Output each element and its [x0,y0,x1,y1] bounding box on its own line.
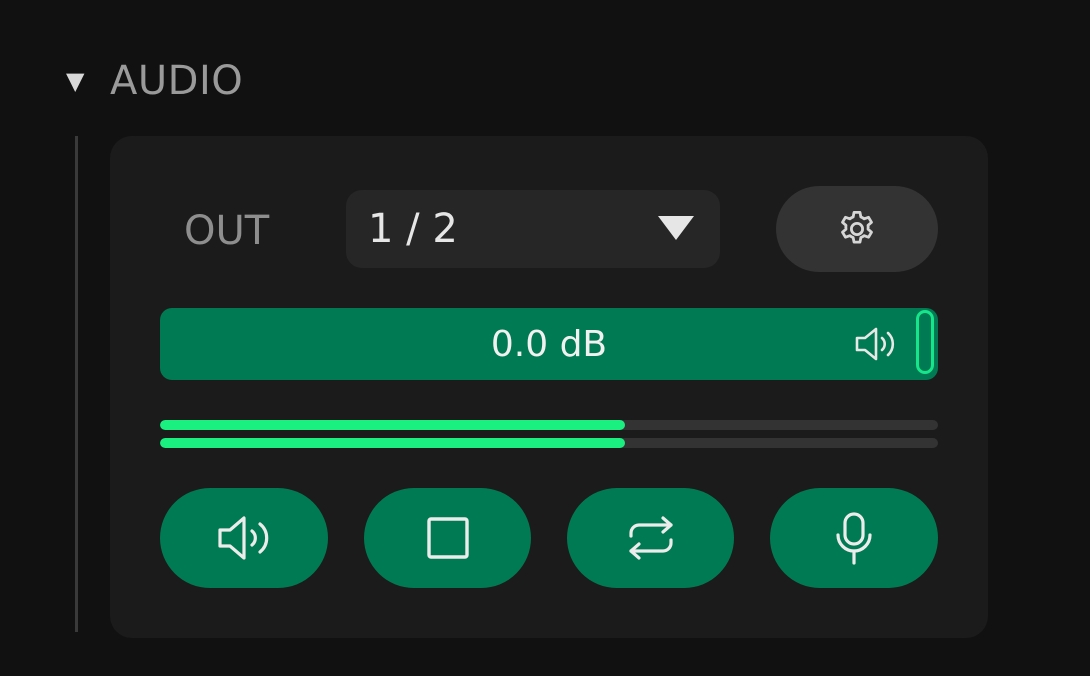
repeat-icon [628,516,673,560]
level-meter-right-fill [160,438,626,448]
volume-slider-handle[interactable] [916,310,934,374]
square-icon [426,517,469,559]
section-header[interactable]: ▼ AUDIO [66,58,243,104]
section-title: AUDIO [110,58,244,104]
speaker-icon [855,327,895,361]
level-meter-left [160,420,938,430]
microphone-icon [836,512,872,565]
output-channel-select[interactable]: 1 / 2 [346,190,720,268]
volume-slider[interactable]: 0.0 dB [160,308,938,380]
audio-page: ▼ AUDIO OUT 1 / 2 0.0 dB [0,0,1090,676]
volume-value: 0.0 dB [490,323,608,365]
output-channel-value: 1 / 2 [368,206,458,252]
mute-button[interactable] [160,488,328,588]
speaker-icon [218,516,269,560]
stop-button[interactable] [364,488,531,588]
tree-indent-line [75,136,78,632]
loop-button[interactable] [567,488,734,588]
record-button[interactable] [770,488,938,588]
gear-icon [841,210,873,244]
level-meter-left-fill [160,420,626,430]
output-label: OUT [184,208,270,254]
level-meter-right [160,438,938,448]
settings-button[interactable] [776,186,938,272]
caret-down-icon[interactable]: ▼ [66,69,90,93]
dropdown-arrow-icon [658,216,694,240]
